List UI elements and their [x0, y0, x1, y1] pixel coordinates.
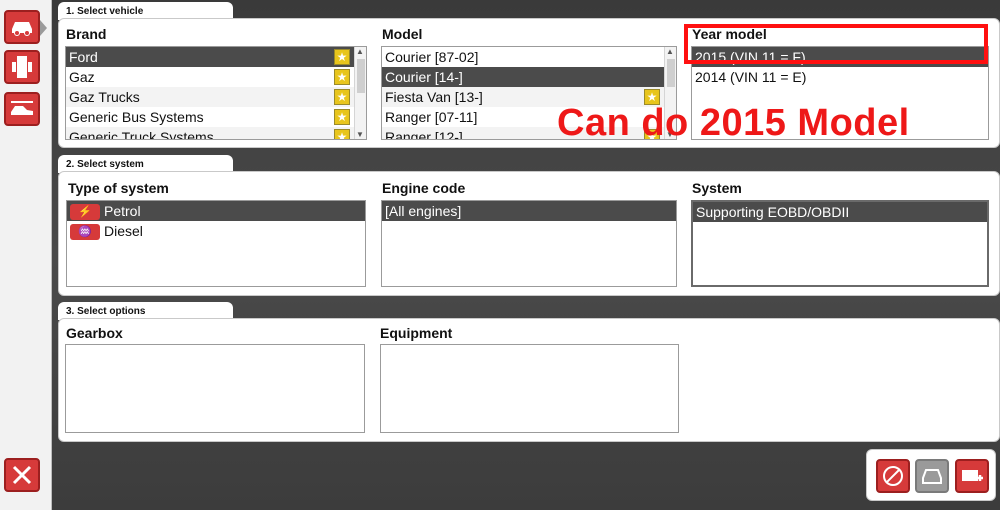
- car-icon: [12, 22, 32, 36]
- list-item-label: Generic Truck Systems: [69, 129, 214, 140]
- equipment-title: Equipment: [380, 325, 453, 341]
- brand-list[interactable]: Ford ★ Gaz ★ Gaz Trucks ★ Generic Bus Syste…: [65, 46, 367, 140]
- type-of-system-title: Type of system: [68, 180, 169, 196]
- section-title: 1. Select vehicle: [66, 6, 144, 17]
- selected-arrow-icon: [40, 20, 47, 36]
- star-icon: ★: [334, 109, 350, 125]
- car-icon-button[interactable]: [4, 10, 40, 44]
- gearbox-title: Gearbox: [66, 325, 123, 341]
- list-item[interactable]: [All engines]: [382, 201, 676, 221]
- list-item[interactable]: Gaz Trucks ★: [66, 87, 366, 107]
- list-item-label: 2014 (VIN 11 = E): [695, 69, 807, 85]
- list-item-label: Gaz Trucks: [69, 89, 140, 105]
- list-item[interactable]: Generic Bus Systems ★: [66, 107, 366, 127]
- list-item[interactable]: Courier [14-]: [382, 67, 676, 87]
- list-item[interactable]: Courier [87-02]: [382, 47, 676, 67]
- list-item-label: Courier [87-02]: [385, 49, 479, 65]
- list-item[interactable]: Ford ★: [66, 47, 366, 67]
- star-icon: ★: [334, 49, 350, 65]
- scroll-up-icon[interactable]: ▲: [356, 47, 364, 56]
- star-icon: ★: [334, 129, 350, 139]
- scrollbar-thumb[interactable]: [667, 59, 675, 87]
- engine-code-list[interactable]: [All engines]: [381, 200, 677, 287]
- list-item[interactable]: ⚡ Petrol: [67, 201, 365, 221]
- system-title: System: [692, 180, 742, 196]
- scroll-down-icon[interactable]: ▼: [356, 130, 364, 139]
- list-item-label: Ranger [12-]: [385, 129, 463, 140]
- brand-scrollbar[interactable]: ▲ ▼: [354, 47, 366, 139]
- car-side-icon: [11, 101, 33, 115]
- close-button[interactable]: [4, 458, 40, 492]
- engine-plus-icon: [962, 470, 983, 481]
- section-title: 2. Select system: [66, 159, 144, 170]
- highlight-frame: [684, 24, 988, 64]
- engine-code-title: Engine code: [382, 180, 466, 196]
- close-icon: [12, 465, 32, 485]
- car-front-icon: [922, 469, 942, 484]
- list-item-label: Gaz: [69, 69, 95, 85]
- left-toolbar: [0, 0, 52, 510]
- scroll-up-icon[interactable]: ▲: [666, 47, 674, 56]
- truck-icon-button[interactable]: [4, 50, 40, 84]
- petrol-icon: ⚡: [70, 204, 100, 221]
- scrollbar-thumb[interactable]: [357, 59, 365, 93]
- annotation-text: Can do 2015 Model: [557, 102, 910, 144]
- list-item-label: Courier [14-]: [385, 69, 463, 85]
- engine-add-button[interactable]: [955, 459, 989, 493]
- star-icon: ★: [334, 89, 350, 105]
- list-item[interactable]: Supporting EOBD/OBDII: [693, 202, 987, 222]
- list-item[interactable]: Gaz ★: [66, 67, 366, 87]
- list-item[interactable]: ♒ Diesel: [67, 221, 365, 241]
- list-item-label: Generic Bus Systems: [69, 109, 204, 125]
- speedometer-off-icon: [883, 466, 903, 486]
- list-item-label: Diesel: [104, 223, 143, 239]
- gauge-button[interactable]: [876, 459, 910, 493]
- truck-icon: [12, 56, 32, 78]
- list-item-label: Ford: [69, 49, 98, 65]
- list-item-label: Ranger [07-11]: [385, 109, 478, 125]
- system-list[interactable]: Supporting EOBD/OBDII: [691, 200, 989, 287]
- list-item[interactable]: Generic Truck Systems ★: [66, 127, 366, 140]
- section-title: 3. Select options: [66, 306, 146, 317]
- star-icon: ★: [334, 69, 350, 85]
- list-item-label: [All engines]: [385, 203, 462, 219]
- list-item[interactable]: 2014 (VIN 11 = E): [692, 67, 988, 87]
- gearbox-list[interactable]: [65, 344, 365, 433]
- car-side-icon-button[interactable]: [4, 92, 40, 126]
- brand-title: Brand: [66, 26, 107, 42]
- list-item-label: Fiesta Van [13-]: [385, 89, 483, 105]
- list-item-label: Petrol: [104, 203, 141, 219]
- equipment-list[interactable]: [380, 344, 679, 433]
- type-of-system-list[interactable]: ⚡ Petrol ♒ Diesel: [66, 200, 366, 287]
- list-item-label: Supporting EOBD/OBDII: [696, 204, 850, 220]
- model-title: Model: [382, 26, 423, 42]
- action-panel: [866, 449, 996, 501]
- diesel-icon: ♒: [70, 224, 100, 241]
- car-front-button[interactable]: [915, 459, 949, 493]
